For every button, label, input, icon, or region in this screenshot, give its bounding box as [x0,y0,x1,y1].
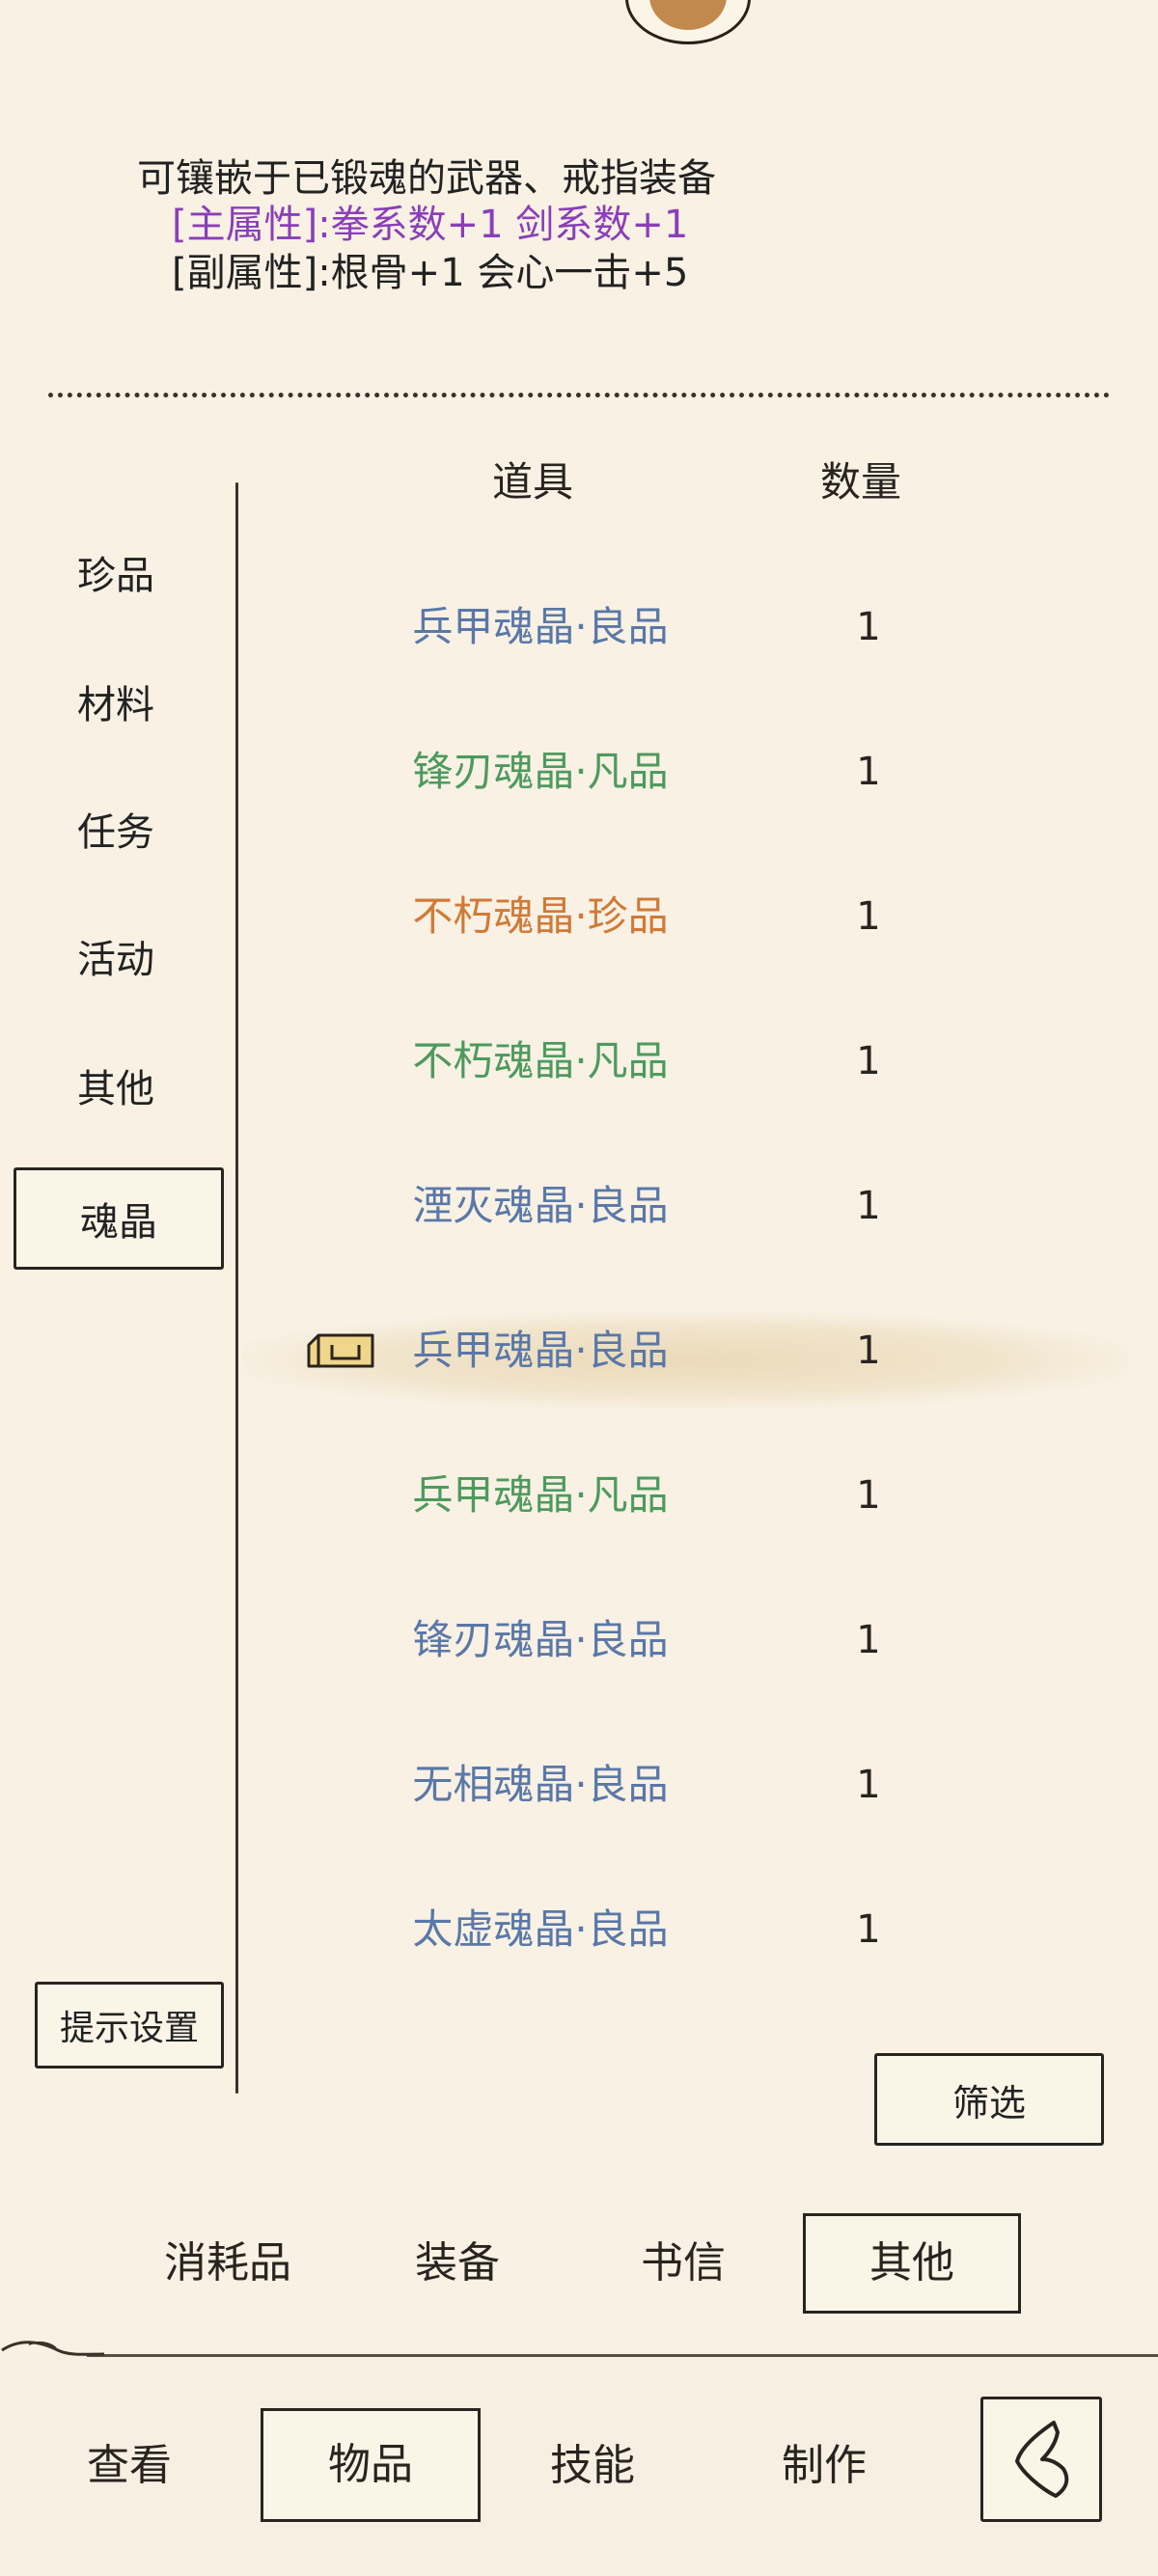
main-attribute: [主属性]:拳系数+1 剑系数+1 [172,203,689,247]
item-row-name[interactable]: 兵甲魂晶·良品 [290,600,791,654]
category-soul-crystal-label: 魂晶 [80,1200,157,1245]
nav-crafting[interactable]: 制作 [782,2437,867,2495]
category-quests[interactable]: 任务 [39,808,203,857]
item-row-qty: 1 [856,1329,881,1373]
item-row-name[interactable]: 锋刃魂晶·良品 [290,1613,791,1667]
item-row-qty: 1 [856,750,881,794]
back-button[interactable] [980,2397,1102,2522]
category-materials[interactable]: 材料 [39,681,203,729]
item-row-name[interactable]: 太虚魂晶·良品 [290,1903,791,1957]
item-row-qty: 1 [856,894,881,939]
back-arrow-icon [1015,2421,1069,2498]
tab-others[interactable]: 其他 [803,2213,1021,2314]
item-row-qty: 1 [856,1473,881,1518]
sub-attribute: [副属性]:根骨+1 会心一击+5 [172,251,689,295]
category-soul-crystal[interactable]: 魂晶 [14,1167,224,1270]
tab-letters[interactable]: 书信 [641,2234,726,2292]
item-row-name[interactable]: 不朽魂晶·珍品 [290,890,791,944]
category-events[interactable]: 活动 [39,936,203,984]
item-row-name[interactable]: 兵甲魂晶·凡品 [290,1468,791,1522]
item-row-qty: 1 [856,605,881,649]
avatar-face [649,0,727,30]
item-row-qty: 1 [856,1618,881,1662]
category-others[interactable]: 其他 [39,1065,203,1113]
hint-settings-label: 提示设置 [59,2009,199,2048]
tab-others-label: 其他 [869,2238,954,2288]
character-avatar[interactable] [625,0,751,44]
nav-items[interactable]: 物品 [261,2408,481,2522]
item-row-name[interactable]: 锋刃魂晶·凡品 [290,745,791,799]
nav-view[interactable]: 查看 [87,2437,172,2495]
filter-button[interactable]: 筛选 [874,2053,1104,2146]
category-treasure[interactable]: 珍品 [39,552,203,600]
item-row-qty: 1 [856,1039,881,1083]
tab-consumables[interactable]: 消耗品 [164,2234,291,2292]
tab-equipment[interactable]: 装备 [415,2234,500,2292]
sidebar-divider [235,482,238,2094]
hint-settings-button[interactable]: 提示设置 [35,1982,224,2069]
nav-skills[interactable]: 技能 [550,2437,635,2495]
divider [48,393,1110,397]
column-header-quantity: 数量 [820,458,902,506]
nav-items-label: 物品 [328,2440,413,2489]
item-row-qty: 1 [856,1907,881,1952]
item-row-qty: 1 [856,1184,881,1228]
item-row-name[interactable]: 湮灭魂晶·良品 [290,1179,791,1233]
item-row-name[interactable]: 兵甲魂晶·良品 [290,1324,791,1378]
item-row-qty: 1 [856,1763,881,1807]
item-row-name[interactable]: 不朽魂晶·凡品 [290,1034,791,1088]
brush-stroke-decoration [1,2341,105,2356]
filter-label: 筛选 [951,2081,1026,2124]
item-description: 可镶嵌于已锻魂的武器、戒指装备 [137,156,716,201]
column-header-item: 道具 [492,458,574,506]
item-row-name[interactable]: 无相魂晶·良品 [290,1758,791,1812]
bottom-nav-divider [87,2354,1158,2357]
